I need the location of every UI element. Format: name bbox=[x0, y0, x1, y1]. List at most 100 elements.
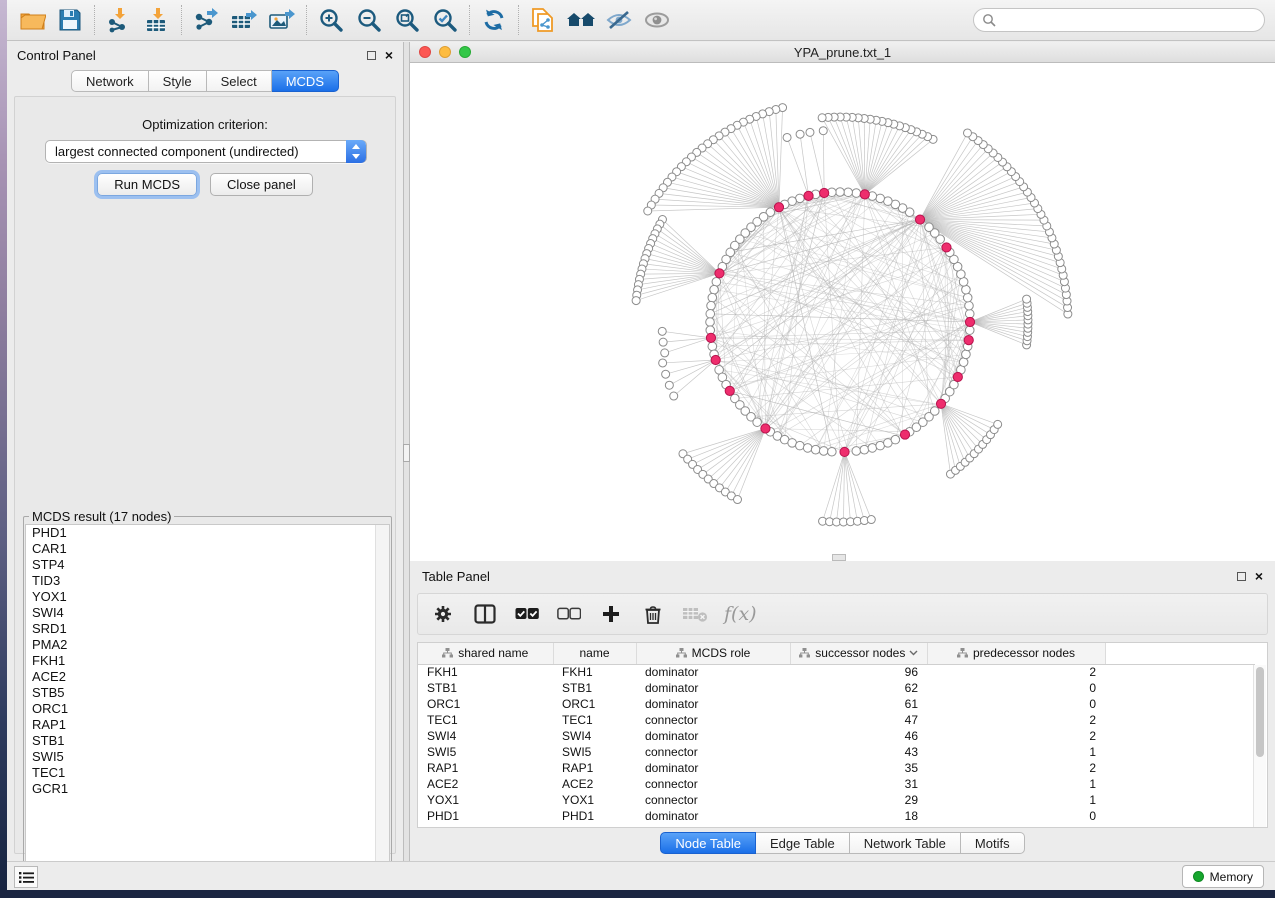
mcds-result-item[interactable]: CAR1 bbox=[26, 541, 389, 557]
tab-mcds[interactable]: MCDS bbox=[272, 70, 339, 92]
table-row[interactable]: FKH1FKH1dominator962 bbox=[418, 664, 1255, 680]
open-file-icon[interactable] bbox=[13, 5, 51, 35]
mcds-result-item[interactable]: ACE2 bbox=[26, 669, 389, 685]
mcds-hub-node[interactable] bbox=[915, 215, 924, 224]
run-mcds-button[interactable]: Run MCDS bbox=[97, 173, 197, 196]
mcds-result-item[interactable]: STB1 bbox=[26, 733, 389, 749]
vertical-splitter[interactable] bbox=[403, 42, 410, 861]
mcds-result-item[interactable]: SRD1 bbox=[26, 621, 389, 637]
tab-style[interactable]: Style bbox=[149, 70, 207, 92]
table-header-row[interactable]: shared name name MCDS role successor nod… bbox=[418, 643, 1255, 664]
delete-column-icon[interactable] bbox=[640, 601, 666, 627]
col-successor-nodes[interactable]: successor nodes bbox=[790, 643, 927, 664]
mcds-result-item[interactable]: RAP1 bbox=[26, 717, 389, 733]
table-row[interactable]: RAP1RAP1dominator352 bbox=[418, 760, 1255, 776]
split-view-icon[interactable] bbox=[472, 601, 498, 627]
mcds-result-item[interactable]: STB5 bbox=[26, 685, 389, 701]
table-row[interactable]: SWI5SWI5connector431 bbox=[418, 744, 1255, 760]
mcds-hub-node[interactable] bbox=[774, 203, 783, 212]
mcds-result-item[interactable]: FKH1 bbox=[26, 653, 389, 669]
task-history-button[interactable] bbox=[14, 866, 38, 888]
float-panel-icon[interactable] bbox=[367, 51, 376, 60]
close-table-panel-icon[interactable]: × bbox=[1255, 571, 1263, 581]
table-row[interactable]: PHD1PHD1dominator180 bbox=[418, 808, 1255, 824]
mcds-hub-node[interactable] bbox=[725, 386, 734, 395]
optimization-criterion-select[interactable]: largest connected component (undirected) bbox=[45, 140, 367, 163]
table-row[interactable]: STB1STB1dominator620 bbox=[418, 680, 1255, 696]
add-column-icon[interactable] bbox=[598, 601, 624, 627]
mcds-list-scrollbar[interactable] bbox=[375, 525, 389, 887]
node-table[interactable]: shared name name MCDS role successor nod… bbox=[417, 642, 1268, 828]
mcds-result-list[interactable]: PHD1CAR1STP4TID3YOX1SWI4SRD1PMA2FKH1ACE2… bbox=[25, 524, 390, 888]
function-builder-icon[interactable]: f(x) bbox=[724, 603, 757, 625]
refresh-view-icon[interactable] bbox=[475, 5, 513, 35]
mcds-hub-node[interactable] bbox=[942, 243, 951, 252]
table-scrollbar[interactable] bbox=[1253, 665, 1266, 828]
mcds-result-item[interactable]: SWI4 bbox=[26, 605, 389, 621]
mcds-hub-node[interactable] bbox=[965, 317, 974, 326]
mcds-result-item[interactable]: TEC1 bbox=[26, 765, 389, 781]
import-network-icon[interactable] bbox=[100, 5, 138, 35]
mcds-hub-node[interactable] bbox=[860, 190, 869, 199]
tab-node-table[interactable]: Node Table bbox=[660, 832, 756, 854]
zoom-out-icon[interactable] bbox=[350, 5, 388, 35]
close-panel-icon[interactable]: × bbox=[385, 50, 393, 60]
col-shared-name[interactable]: shared name bbox=[418, 643, 553, 664]
hide-selected-icon[interactable] bbox=[600, 5, 638, 35]
mcds-result-item[interactable]: PHD1 bbox=[26, 525, 389, 541]
save-session-icon[interactable] bbox=[51, 5, 89, 35]
delete-table-icon[interactable] bbox=[682, 601, 708, 627]
tab-motifs[interactable]: Motifs bbox=[961, 832, 1025, 854]
mcds-hub-node[interactable] bbox=[761, 424, 770, 433]
horizontal-splitter-handle[interactable] bbox=[832, 554, 846, 561]
table-row[interactable]: SWI4SWI4dominator462 bbox=[418, 728, 1255, 744]
table-row[interactable]: YOX1YOX1connector291 bbox=[418, 792, 1255, 808]
export-network-icon[interactable] bbox=[187, 5, 225, 35]
mcds-hub-node[interactable] bbox=[953, 372, 962, 381]
window-close-icon[interactable] bbox=[419, 46, 431, 58]
table-row[interactable]: TEC1TEC1connector472 bbox=[418, 712, 1255, 728]
col-predecessor-nodes[interactable]: predecessor nodes bbox=[927, 643, 1105, 664]
tab-network[interactable]: Network bbox=[71, 70, 149, 92]
zoom-selected-icon[interactable] bbox=[426, 5, 464, 35]
splitter-handle[interactable] bbox=[403, 444, 410, 462]
deselect-all-rows-icon[interactable] bbox=[556, 601, 582, 627]
mcds-hub-node[interactable] bbox=[936, 399, 945, 408]
mcds-hub-node[interactable] bbox=[711, 355, 720, 364]
table-row[interactable]: ORC1ORC1dominator610 bbox=[418, 696, 1255, 712]
col-name[interactable]: name bbox=[553, 643, 636, 664]
mcds-result-item[interactable]: ORC1 bbox=[26, 701, 389, 717]
window-minimize-icon[interactable] bbox=[439, 46, 451, 58]
duplicate-network-icon[interactable] bbox=[524, 5, 562, 35]
zoom-in-icon[interactable] bbox=[312, 5, 350, 35]
col-mcds-role[interactable]: MCDS role bbox=[636, 643, 790, 664]
search-input[interactable] bbox=[1001, 13, 1264, 27]
tab-select[interactable]: Select bbox=[207, 70, 272, 92]
mcds-hub-node[interactable] bbox=[706, 333, 715, 342]
mcds-hub-node[interactable] bbox=[900, 430, 909, 439]
mcds-result-item[interactable]: PMA2 bbox=[26, 637, 389, 653]
search-box[interactable] bbox=[973, 8, 1265, 32]
mcds-hub-node[interactable] bbox=[840, 447, 849, 456]
memory-button[interactable]: Memory bbox=[1182, 865, 1264, 888]
mcds-result-item[interactable]: GCR1 bbox=[26, 781, 389, 797]
tab-network-table[interactable]: Network Table bbox=[850, 832, 961, 854]
import-table-icon[interactable] bbox=[138, 5, 176, 35]
mcds-hub-node[interactable] bbox=[715, 269, 724, 278]
mcds-result-item[interactable]: STP4 bbox=[26, 557, 389, 573]
zoom-fit-icon[interactable] bbox=[388, 5, 426, 35]
table-row[interactable]: ACE2ACE2connector311 bbox=[418, 776, 1255, 792]
network-window-titlebar[interactable]: YPA_prune.txt_1 bbox=[410, 42, 1275, 63]
mcds-hub-node[interactable] bbox=[820, 188, 829, 197]
export-image-icon[interactable] bbox=[263, 5, 301, 35]
float-table-panel-icon[interactable] bbox=[1237, 572, 1246, 581]
select-all-rows-icon[interactable] bbox=[514, 601, 540, 627]
close-panel-button[interactable]: Close panel bbox=[210, 173, 313, 196]
tab-edge-table[interactable]: Edge Table bbox=[756, 832, 850, 854]
table-scrollbar-thumb[interactable] bbox=[1256, 667, 1264, 757]
mcds-hub-node[interactable] bbox=[964, 335, 973, 344]
network-canvas[interactable] bbox=[410, 63, 1275, 560]
table-settings-icon[interactable] bbox=[430, 601, 456, 627]
mcds-result-item[interactable]: TID3 bbox=[26, 573, 389, 589]
show-all-icon[interactable] bbox=[638, 5, 676, 35]
